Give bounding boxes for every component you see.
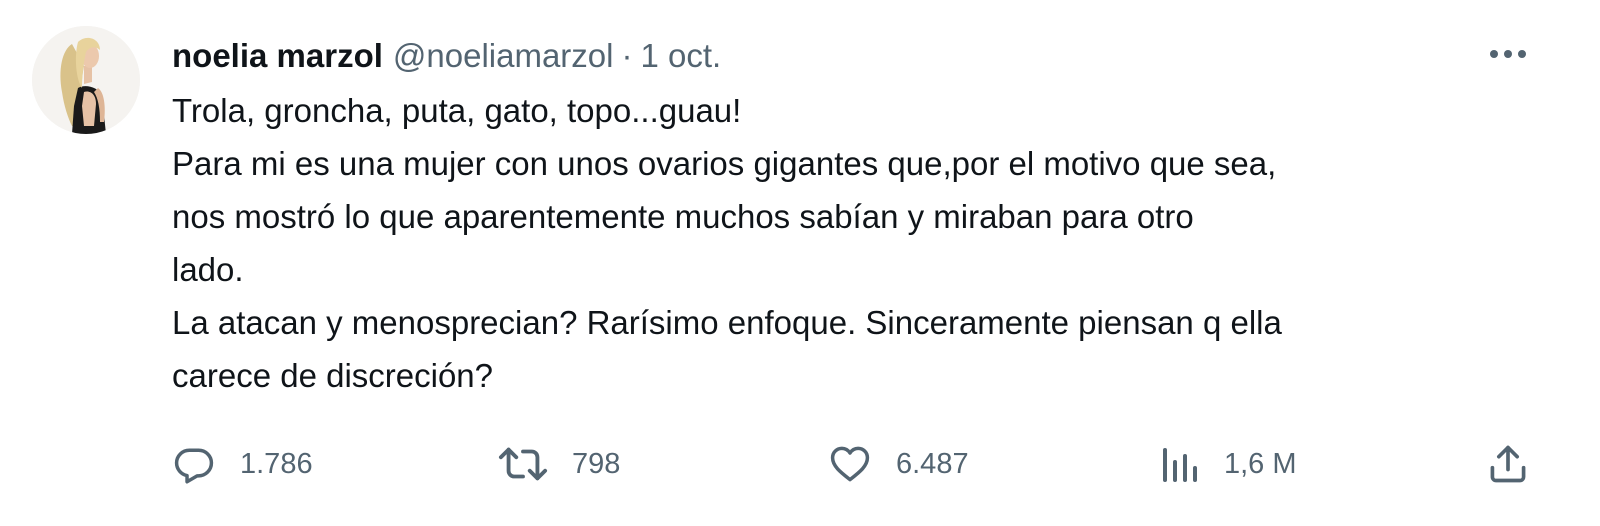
tweet-text-line: La atacan y menosprecian? Rarísimo enfoq… bbox=[172, 304, 1282, 341]
heart-icon bbox=[830, 446, 870, 482]
reply-button[interactable]: 1.786 bbox=[172, 436, 313, 492]
views-count: 1,6 M bbox=[1224, 447, 1297, 480]
author-display-name[interactable]: noelia marzol bbox=[172, 37, 383, 75]
tweet-text-line: nos mostró lo que aparentemente muchos s… bbox=[172, 198, 1194, 235]
views-icon bbox=[1163, 448, 1197, 482]
tweet-text-line: Trola, groncha, puta, gato, topo...guau! bbox=[172, 92, 742, 129]
reply-count: 1.786 bbox=[240, 447, 313, 480]
retweet-button[interactable]: 798 bbox=[498, 436, 620, 492]
like-count: 6.487 bbox=[896, 447, 969, 480]
views-button[interactable]: 1,6 M bbox=[1160, 436, 1297, 492]
tweet-text: Trola, groncha, puta, gato, topo...guau!… bbox=[172, 84, 1572, 402]
share-button[interactable] bbox=[1486, 436, 1530, 492]
tweet-card: noelia marzol @noeliamarzol · 1 oct. Tro… bbox=[0, 0, 1600, 526]
retweet-icon bbox=[498, 447, 548, 481]
tweet-date[interactable]: 1 oct. bbox=[640, 37, 721, 75]
more-options-button[interactable] bbox=[1486, 36, 1530, 72]
tweet-text-line: lado. bbox=[172, 251, 244, 288]
tweet-text-line: carece de discreción? bbox=[172, 357, 494, 394]
retweet-count: 798 bbox=[572, 447, 621, 480]
avatar[interactable] bbox=[32, 26, 140, 134]
tweet-actions-bar: 1.786 798 6.487 1,6 M bbox=[0, 436, 1600, 492]
like-button[interactable]: 6.487 bbox=[828, 436, 969, 492]
author-handle[interactable]: @noeliamarzol bbox=[393, 37, 614, 75]
header-separator: · bbox=[621, 37, 633, 74]
tweet-header: noelia marzol @noeliamarzol · 1 oct. bbox=[172, 32, 721, 80]
tweet-text-line: Para mi es una mujer con unos ovarios gi… bbox=[172, 145, 1277, 182]
more-dots-icon bbox=[1490, 50, 1526, 58]
profile-photo bbox=[32, 26, 140, 134]
reply-icon bbox=[174, 448, 214, 484]
share-icon bbox=[1490, 445, 1526, 483]
